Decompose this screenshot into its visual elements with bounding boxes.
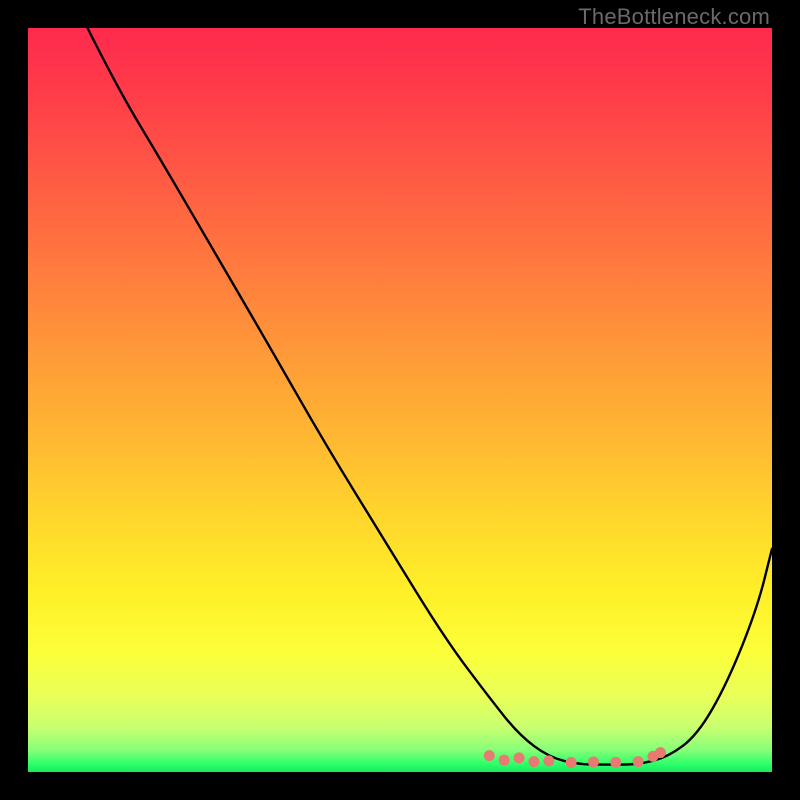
chart-marker bbox=[528, 756, 539, 767]
chart-frame bbox=[28, 28, 772, 772]
chart-marker bbox=[655, 747, 666, 758]
chart-marker bbox=[484, 750, 495, 761]
chart-marker bbox=[588, 756, 599, 767]
watermark-text: TheBottleneck.com bbox=[578, 4, 770, 30]
chart-marker bbox=[543, 755, 554, 766]
chart-marker bbox=[499, 755, 510, 766]
chart-marker bbox=[633, 756, 644, 767]
chart-curve bbox=[88, 28, 772, 765]
chart-marker bbox=[566, 757, 577, 768]
chart-marker bbox=[514, 752, 525, 763]
chart-markers bbox=[484, 747, 666, 768]
chart-plot bbox=[28, 28, 772, 772]
chart-marker bbox=[610, 757, 621, 768]
